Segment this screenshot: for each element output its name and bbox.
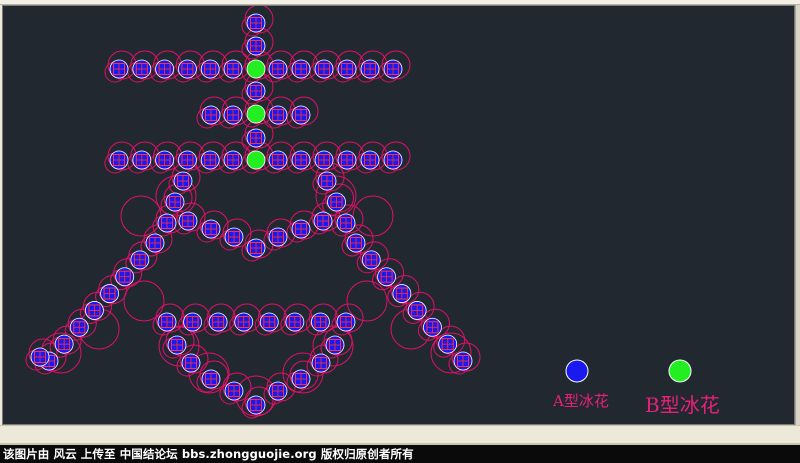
legend: A型冰花 B型冰花 xyxy=(552,359,720,417)
type-a-ice-flower xyxy=(259,312,279,332)
knot-pattern-drawing: A型冰花 B型冰花 xyxy=(25,6,720,419)
type-a-ice-flower xyxy=(224,227,244,247)
type-a-ice-flower xyxy=(361,250,381,270)
cad-drawing-canvas[interactable]: A型冰花 B型冰花 xyxy=(2,5,795,425)
type-a-ice-flower xyxy=(201,219,221,239)
type-a-ice-flower xyxy=(291,59,311,79)
type-a-ice-flower xyxy=(223,105,243,125)
type-a-ice-flower xyxy=(69,317,89,337)
type-a-ice-flower xyxy=(208,312,228,332)
type-a-ice-flower xyxy=(200,150,220,170)
type-a-ice-flower xyxy=(268,381,288,401)
type-a-ice-flower xyxy=(109,59,129,79)
type-a-ice-flower xyxy=(177,150,197,170)
type-b-ice-flower xyxy=(246,104,266,124)
type-a-ice-flower xyxy=(246,395,266,415)
type-a-ice-flower xyxy=(223,150,243,170)
type-a-ice-flower xyxy=(311,353,331,373)
type-a-ice-flower xyxy=(177,59,197,79)
type-a-ice-flower xyxy=(268,150,288,170)
ice-flower-nodes xyxy=(30,13,473,415)
type-a-ice-flower xyxy=(438,334,458,354)
type-a-ice-flower xyxy=(377,267,396,287)
type-a-ice-flower xyxy=(157,312,177,332)
type-a-ice-flower xyxy=(155,150,175,170)
type-a-ice-flower xyxy=(130,250,150,270)
type-a-ice-flower xyxy=(311,312,330,332)
type-a-ice-flower xyxy=(327,192,346,212)
type-a-ice-flower xyxy=(246,36,266,56)
type-a-ice-flower xyxy=(313,211,333,231)
type-a-ice-flower xyxy=(291,150,311,170)
app-window: A型冰花 B型冰花 该图片由 风云 上传至 中国结论坛 bbs.zhongguo… xyxy=(0,0,800,463)
type-a-ice-flower xyxy=(407,301,427,320)
type-a-ice-flower xyxy=(224,381,244,401)
outline-ring xyxy=(120,195,162,237)
type-a-ice-flower xyxy=(336,213,356,233)
type-b-ice-flower xyxy=(246,59,266,79)
legend-type-a-swatch xyxy=(565,359,589,383)
type-a-ice-flower xyxy=(291,369,311,389)
type-a-ice-flower xyxy=(30,347,50,367)
type-a-ice-flower xyxy=(325,335,345,355)
type-a-ice-flower xyxy=(360,59,380,79)
type-a-ice-flower xyxy=(317,171,337,191)
type-a-ice-flower xyxy=(336,312,356,332)
type-a-ice-flower xyxy=(85,301,104,320)
type-a-ice-flower xyxy=(201,105,221,125)
legend-type-b-swatch xyxy=(668,359,692,383)
type-a-ice-flower xyxy=(314,59,334,79)
type-a-ice-flower xyxy=(100,284,119,303)
type-a-ice-flower xyxy=(337,150,357,170)
type-a-ice-flower xyxy=(285,312,305,332)
outline-ring xyxy=(346,280,388,322)
type-a-ice-flower xyxy=(155,59,175,79)
type-a-ice-flower xyxy=(109,150,129,170)
type-a-ice-flower xyxy=(291,219,311,239)
type-b-ice-flower xyxy=(246,150,266,170)
type-a-ice-flower xyxy=(234,312,254,332)
type-a-ice-flower xyxy=(223,59,243,79)
type-a-ice-flower xyxy=(201,369,221,389)
type-a-ice-flower xyxy=(337,59,357,79)
watermark-bar: 该图片由 风云 上传至 中国结论坛 bbs.zhongguojie.org 版权… xyxy=(0,445,800,463)
type-a-ice-flower xyxy=(181,353,201,373)
type-a-ice-flower xyxy=(268,227,288,247)
type-a-ice-flower xyxy=(392,284,412,303)
type-a-ice-flower xyxy=(360,150,380,170)
type-a-ice-flower xyxy=(383,59,403,79)
outline-ring xyxy=(352,195,394,237)
type-a-ice-flower xyxy=(246,81,266,101)
type-a-ice-flower xyxy=(346,233,366,253)
type-a-ice-flower xyxy=(115,267,135,287)
watermark-text: 该图片由 风云 上传至 中国结论坛 bbs.zhongguojie.org 版权… xyxy=(3,447,414,461)
type-a-ice-flower xyxy=(132,150,152,170)
type-a-ice-flower xyxy=(157,213,177,233)
type-a-ice-flower xyxy=(268,105,288,125)
type-a-ice-flower xyxy=(183,312,202,332)
outline-ring xyxy=(123,280,165,322)
type-a-ice-flower xyxy=(246,128,266,148)
type-a-ice-flower xyxy=(423,317,442,337)
type-a-ice-flower xyxy=(200,59,220,79)
type-a-ice-flower xyxy=(145,233,165,253)
type-a-ice-flower xyxy=(54,334,74,354)
legend-type-a-label: A型冰花 xyxy=(552,392,609,410)
type-a-ice-flower xyxy=(173,171,193,191)
type-a-ice-flower xyxy=(268,59,288,79)
type-a-ice-flower xyxy=(165,192,185,212)
type-a-ice-flower xyxy=(291,105,311,125)
type-a-ice-flower xyxy=(246,238,266,258)
type-a-ice-flower xyxy=(132,59,152,79)
type-a-ice-flower xyxy=(167,335,187,355)
vertical-scrollbar[interactable] xyxy=(795,5,800,425)
legend-type-b-label: B型冰花 xyxy=(645,393,720,417)
type-a-ice-flower xyxy=(178,211,198,231)
status-band xyxy=(0,425,800,444)
type-a-ice-flower xyxy=(246,13,266,33)
type-a-ice-flower xyxy=(383,150,403,170)
type-a-ice-flower xyxy=(453,351,473,371)
type-a-ice-flower xyxy=(314,150,334,170)
